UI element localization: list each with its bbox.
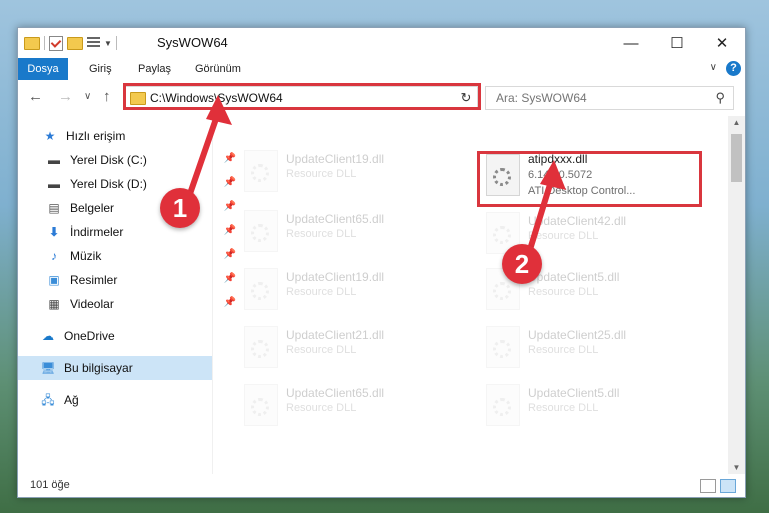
sidebar-item-label: Videolar [70,297,114,311]
title-bar: ▼ SysWOW64 — ☐ ✕ [18,28,745,58]
file-list: UpdateClient19.dll Resource DLL UpdateCl… [218,116,728,474]
vertical-scrollbar[interactable]: ▲ ▼ [728,116,745,474]
file-item[interactable]: UpdateClient65.dll Resource DLL [238,206,468,262]
forward-arrow-icon[interactable]: → [58,88,73,105]
sidebar-item-pictures[interactable]: ▣ Resimler 📌 [18,268,240,292]
details-view-icon[interactable] [700,479,716,493]
file-description: Resource DLL [528,286,599,298]
dll-file-icon [486,326,520,368]
dll-file-icon [244,326,278,368]
file-item[interactable]: UpdateClient65.dll Resource DLL [238,380,468,436]
sidebar-item-label: Belgeler [70,201,115,215]
search-icon[interactable]: ⚲ [715,90,725,106]
close-button[interactable]: ✕ [699,28,745,58]
dll-file-icon [244,210,278,252]
toolbar-separator [115,36,117,50]
file-item[interactable]: UpdateClient21.dll Resource DLL [238,322,468,378]
sidebar-item-music[interactable]: ♪ Müzik 📌 [18,244,240,268]
star-icon: ★ [44,129,56,143]
file-name: UpdateClient19.dll [286,270,385,284]
file-name: UpdateClient25.dll [528,328,627,342]
explorer-window: ▼ SysWOW64 — ☐ ✕ Dosya Giriş Paylaş Görü… [17,27,746,498]
ribbon-tabs: Dosya Giriş Paylaş Görünüm ∨ ? [18,58,745,81]
scrollbar-thumb[interactable] [731,134,742,182]
file-item[interactable]: UpdateClient25.dll Resource DLL [480,322,710,378]
large-icons-view-icon[interactable] [720,479,736,493]
properties-check-icon[interactable] [49,35,63,51]
file-name: UpdateClient5.dll [528,386,620,400]
file-description: Resource DLL [286,402,357,414]
recent-locations-chevron-icon[interactable]: ∨ [84,91,91,102]
file-name: UpdateClient19.dll [286,152,385,166]
drive-icon: ▬ [48,177,60,191]
search-input[interactable] [494,90,698,106]
pictures-icon: ▣ [48,273,60,287]
documents-icon: ▤ [48,201,60,215]
videos-icon: ▦ [48,297,60,311]
toolbar-separator [44,36,45,50]
file-item[interactable]: UpdateClient19.dll Resource DLL [238,264,468,320]
scroll-up-arrow-icon[interactable]: ▲ [728,118,745,127]
minimize-button[interactable]: — [608,28,654,58]
dll-file-icon [244,150,278,192]
file-description: Resource DLL [286,228,357,240]
sidebar-item-videos[interactable]: ▦ Videolar 📌 [18,292,240,316]
file-item[interactable]: UpdateClient19.dll Resource DLL [238,146,468,202]
expand-ribbon-chevron-icon[interactable]: ∨ [710,62,717,73]
file-item[interactable]: UpdateClient5.dll Resource DLL [480,380,710,436]
file-description: Resource DLL [528,344,599,356]
scroll-down-arrow-icon[interactable]: ▼ [728,463,745,472]
file-description: Resource DLL [528,402,599,414]
cloud-icon: ☁ [42,329,54,343]
sidebar-item-label: Ağ [64,393,79,407]
dll-file-icon [486,384,520,426]
up-arrow-icon[interactable]: ↑ [103,88,111,105]
window-title: SysWOW64 [157,35,228,50]
sidebar-item-label: İndirmeler [70,225,124,239]
folder-icon [24,36,40,50]
tab-paylas[interactable]: Paylaş [138,58,171,80]
file-description: Resource DLL [286,168,357,180]
tab-giris[interactable]: Giriş [89,58,112,80]
sidebar-item-label: Bu bilgisayar [64,361,133,375]
network-icon: 🖧 [41,393,55,407]
sidebar-item-label: Yerel Disk (D:) [70,177,147,191]
tab-gorunum[interactable]: Görünüm [195,58,241,80]
search-box[interactable]: ⚲ [485,86,734,110]
music-icon: ♪ [51,249,57,263]
sidebar-item-label: OneDrive [64,329,115,343]
dll-file-icon [244,268,278,310]
new-folder-icon[interactable] [67,36,83,50]
properties-icon[interactable] [87,37,100,49]
sidebar-item-label: Hızlı erişim [66,129,126,143]
sidebar-item-label: Müzik [70,249,102,263]
callout-badge-1: 1 [160,188,200,228]
dll-file-icon [244,384,278,426]
tab-dosya[interactable]: Dosya [18,58,68,80]
navigation-bar: ← → ∨ ↑ C:\Windows\SysWOW64 ∨ ↻ ⚲ [18,80,745,116]
sidebar-item-onedrive[interactable]: ☁ OneDrive [18,324,234,348]
sidebar-item-label: Yerel Disk (C:) [70,153,147,167]
callout-badge-2: 2 [502,244,542,284]
sidebar-item-this-pc[interactable]: 🖥 Bu bilgisayar [18,356,212,380]
download-icon: ⬇ [48,225,60,239]
computer-icon: 🖥 [40,361,56,375]
file-name: UpdateClient65.dll [286,386,385,400]
sidebar-item-label: Resimler [70,273,118,287]
item-count: 101 öğe [30,479,70,491]
back-arrow-icon[interactable]: ← [28,88,43,105]
file-description: Resource DLL [286,344,357,356]
sidebar-item-network[interactable]: 🖧 Ağ [18,388,234,412]
customize-toolbar-chevron-icon[interactable]: ▼ [104,39,112,48]
file-description: Resource DLL [286,286,357,298]
status-bar: 101 öğe [18,474,745,497]
help-icon[interactable]: ? [726,61,741,76]
drive-icon: ▬ [48,153,60,167]
file-name: UpdateClient65.dll [286,212,385,226]
file-name: UpdateClient21.dll [286,328,385,342]
quick-access-toolbar: ▼ [24,34,117,52]
maximize-button[interactable]: ☐ [654,28,700,58]
